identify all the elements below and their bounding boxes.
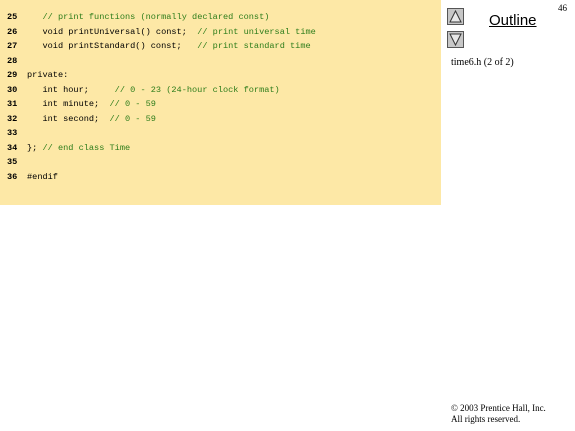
code-text: private: <box>27 68 68 82</box>
line-number: 31 <box>7 99 18 109</box>
code-statement: void printUniversal() const; <box>27 26 198 37</box>
triangle-up-icon <box>449 9 462 23</box>
line-number: 28 <box>7 55 18 66</box>
page-number: 46 <box>558 3 567 13</box>
code-text: int minute; // 0 - 59 <box>27 97 156 111</box>
next-slide-button[interactable] <box>447 31 464 48</box>
line-number: 26 <box>7 26 18 37</box>
code-line: 32 int second; // 0 - 59 <box>0 112 440 126</box>
line-number: 30 <box>7 84 18 95</box>
file-label: time6.h (2 of 2) <box>451 57 514 68</box>
code-text: // print functions (normally declared co… <box>27 10 269 24</box>
line-number: 25 <box>7 12 18 22</box>
code-text: void printUniversal() const; // print un… <box>27 25 316 39</box>
code-text: }; // end class Time <box>27 141 130 155</box>
code-line: 29 private: <box>0 68 440 82</box>
code-comment: // print functions (normally declared co… <box>42 12 270 22</box>
code-line: 35 <box>0 155 440 169</box>
code-statement: void printStandard() const; <box>27 41 198 51</box>
code-line: 31 int minute; // 0 - 59 <box>0 97 440 111</box>
outline-link[interactable]: Outline <box>489 12 537 29</box>
code-text: int hour; // 0 - 23 (24-hour clock forma… <box>27 83 280 97</box>
code-panel: 25 // print functions (normally declared… <box>0 0 441 205</box>
code-comment: // 0 - 59 <box>109 99 156 109</box>
code-line: 27 void printStandard() const; // print … <box>0 39 440 53</box>
code-line: 30 int hour; // 0 - 23 (24-hour clock fo… <box>0 83 440 97</box>
triangle-down-icon <box>449 33 462 47</box>
code-line: 33 <box>0 126 440 140</box>
code-comment: // print universal time <box>197 26 316 37</box>
code-line: 36 #endif <box>0 170 440 184</box>
copyright-line-2: All rights reserved. <box>451 414 521 424</box>
line-number: 33 <box>7 128 18 138</box>
code-line: 34}; // end class Time <box>0 141 440 155</box>
line-number: 36 <box>7 171 18 182</box>
code-statement: int minute; <box>27 99 110 109</box>
line-number: 27 <box>7 41 18 51</box>
code-statement: private: <box>27 70 69 80</box>
code-line: 28 <box>0 54 440 68</box>
code-statement <box>27 12 42 22</box>
code-statement: int second; <box>27 113 110 124</box>
line-number: 35 <box>7 157 18 167</box>
code-statement: }; <box>27 142 43 153</box>
code-comment: // 0 - 23 (24-hour clock format) <box>114 84 280 95</box>
code-comment: // 0 - 59 <box>109 113 156 124</box>
code-comment: // print standard time <box>197 41 311 51</box>
copyright-line-1: © 2003 Prentice Hall, Inc. <box>451 403 546 413</box>
previous-slide-button[interactable] <box>447 8 464 25</box>
code-text: #endif <box>27 170 58 184</box>
code-line: 26 void printUniversal() const; // print… <box>0 25 440 39</box>
code-statement: #endif <box>27 171 58 182</box>
line-number: 29 <box>7 70 18 80</box>
line-number: 32 <box>7 113 18 124</box>
code-text: void printStandard() const; // print sta… <box>27 39 311 53</box>
copyright: © 2003 Prentice Hall, Inc. All rights re… <box>451 403 546 425</box>
code-line: 25 // print functions (normally declared… <box>0 10 440 24</box>
code-text: int second; // 0 - 59 <box>27 112 156 126</box>
code-statement: int hour; <box>27 84 115 95</box>
code-comment: // end class Time <box>42 142 131 153</box>
line-number: 34 <box>7 142 18 153</box>
